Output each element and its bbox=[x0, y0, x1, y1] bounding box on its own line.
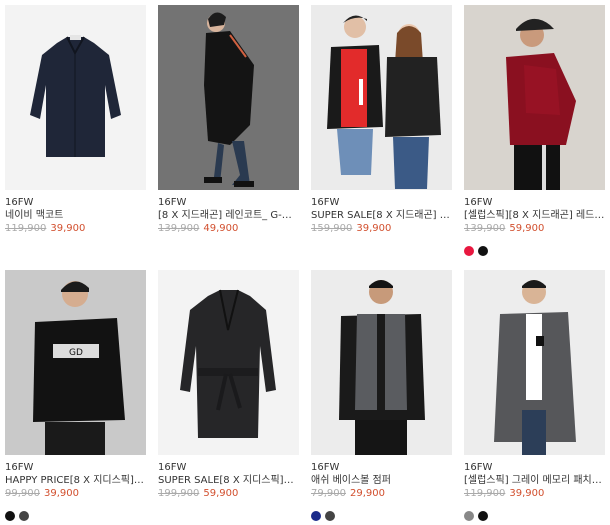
product-name[interactable]: [셀럽스픽][8 X 지드래곤] 레드 드래… bbox=[464, 209, 605, 222]
product-prices: 159,900 39,900 bbox=[311, 222, 452, 235]
product-season: 16FW bbox=[158, 462, 187, 473]
color-swatch[interactable] bbox=[464, 246, 474, 256]
product-season: 16FW bbox=[311, 197, 340, 208]
product-card[interactable]: 16FW [8 X 지드래곤] 레인코트_ G-Drag… 139,90049,… bbox=[158, 5, 299, 235]
product-prices: 139,900 49,900 bbox=[158, 222, 299, 235]
product-prices: 199,900 59,900 bbox=[158, 487, 299, 500]
original-price: 139,900 bbox=[158, 223, 200, 234]
product-card[interactable]: 16FW SUPER SALE[8 X 지디스픽]GD … 199,900 59,… bbox=[158, 270, 299, 500]
sale-price: 39,900 bbox=[356, 223, 392, 234]
color-swatch[interactable] bbox=[325, 511, 335, 521]
product-name[interactable]: [셀럽스픽] 그레이 메모리 패치워크… bbox=[464, 474, 605, 487]
color-swatches bbox=[5, 506, 146, 521]
original-price: 119,900 bbox=[5, 223, 47, 234]
sale-price: 39,900 bbox=[50, 223, 86, 234]
product-card[interactable]: GD 16FW HAPPY PRICE[8 X 지디스픽] 블랙… 99,900… bbox=[5, 270, 146, 521]
sale-price: 49,900 bbox=[203, 223, 239, 234]
product-name[interactable]: HAPPY PRICE[8 X 지디스픽] 블랙… bbox=[5, 474, 146, 487]
color-swatch[interactable] bbox=[464, 511, 474, 521]
sale-price: 29,900 bbox=[350, 488, 385, 499]
product-card[interactable]: 16FW [셀럽스픽] 그레이 메모리 패치워크… 119,900 39,900 bbox=[464, 270, 605, 521]
product-name[interactable]: SUPER SALE[8 X 지드래곤] 블랙… bbox=[311, 209, 452, 222]
color-swatch[interactable] bbox=[19, 511, 29, 521]
sale-price: 59,900 bbox=[509, 223, 545, 234]
product-prices: 119,900 39,900 bbox=[5, 222, 146, 235]
product-season: 16FW bbox=[464, 197, 493, 208]
product-card[interactable]: 16FW 네이비 맥코트 119,900 39,900 bbox=[5, 5, 146, 235]
color-swatch[interactable] bbox=[478, 511, 488, 521]
sale-price: 39,900 bbox=[44, 488, 79, 499]
original-price: 159,900 bbox=[311, 223, 353, 234]
sale-price: 39,900 bbox=[509, 488, 545, 499]
red-jacket-model-photo[interactable] bbox=[464, 5, 605, 190]
original-price: 199,900 bbox=[158, 488, 200, 499]
couple-bomber-photo[interactable] bbox=[311, 5, 452, 190]
svg-text:GD: GD bbox=[69, 348, 83, 358]
color-swatch[interactable] bbox=[311, 511, 321, 521]
product-season: 16FW bbox=[158, 197, 187, 208]
original-price: 99,900 bbox=[5, 488, 40, 499]
product-name[interactable]: 애쉬 베이스볼 점퍼 bbox=[311, 474, 452, 487]
color-swatch[interactable] bbox=[478, 246, 488, 256]
original-price: 79,900 bbox=[311, 488, 346, 499]
product-card[interactable]: 16FW SUPER SALE[8 X 지드래곤] 블랙… 159,90039,… bbox=[311, 5, 452, 235]
model-raincoat-photo[interactable] bbox=[158, 5, 299, 190]
product-prices: 79,900 29,900 bbox=[311, 487, 452, 500]
baseball-jumper-model-photo[interactable] bbox=[311, 270, 452, 455]
product-prices: 139,900 59,900 bbox=[464, 222, 605, 235]
grey-coat-model-photo[interactable] bbox=[464, 270, 605, 455]
black-jacket-model-photo[interactable]: GD bbox=[5, 270, 146, 455]
product-prices: 119,900 39,900 bbox=[464, 487, 605, 500]
double-coat-photo[interactable] bbox=[158, 270, 299, 455]
sale-price: 59,900 bbox=[203, 488, 239, 499]
product-season: 16FW bbox=[464, 462, 493, 473]
color-swatches bbox=[464, 506, 605, 521]
product-season: 16FW bbox=[5, 197, 34, 208]
product-season: 16FW bbox=[311, 462, 340, 473]
original-price: 119,900 bbox=[464, 488, 506, 499]
navy-mac-coat-photo[interactable] bbox=[5, 5, 146, 190]
color-swatch[interactable] bbox=[5, 511, 15, 521]
product-card[interactable]: 16FW [셀럽스픽][8 X 지드래곤] 레드 드래… 139,90059,9… bbox=[464, 5, 605, 256]
product-season: 16FW bbox=[5, 462, 34, 473]
original-price: 139,900 bbox=[464, 223, 506, 234]
product-card[interactable]: 16FW 애쉬 베이스볼 점퍼 79,900 29,900 bbox=[311, 270, 452, 521]
color-swatches bbox=[311, 506, 452, 521]
product-name[interactable]: 네이비 맥코트 bbox=[5, 209, 146, 222]
product-name[interactable]: SUPER SALE[8 X 지디스픽]GD … bbox=[158, 474, 299, 487]
product-prices: 99,900 39,900 bbox=[5, 487, 146, 500]
color-swatches bbox=[464, 241, 605, 256]
product-name[interactable]: [8 X 지드래곤] 레인코트_ G-Drag… bbox=[158, 209, 299, 222]
